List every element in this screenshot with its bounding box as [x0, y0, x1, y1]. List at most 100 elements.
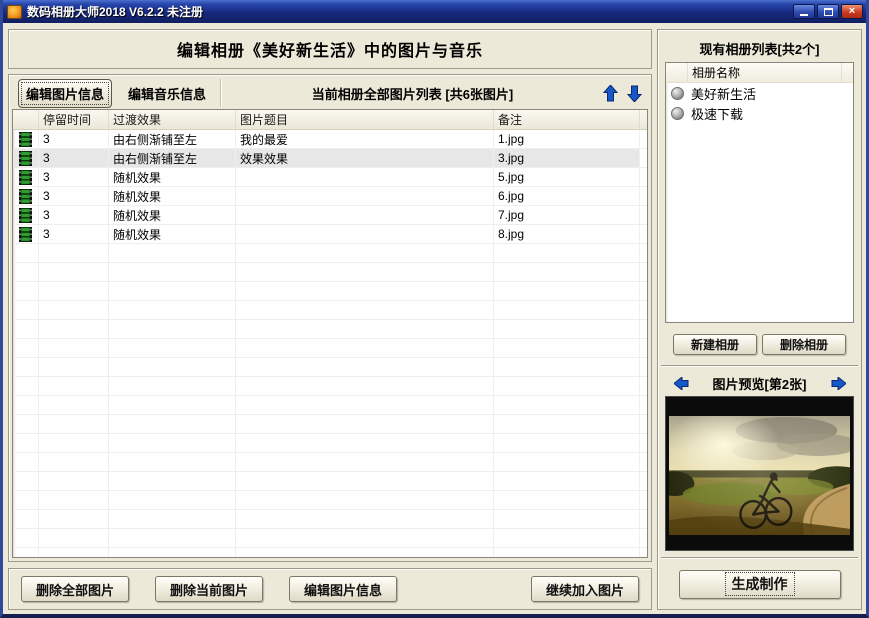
cell-note: 6.jpg: [494, 187, 640, 206]
new-album-button[interactable]: 新建相册: [673, 333, 757, 355]
move-down-button[interactable]: [622, 82, 646, 104]
left-column: 编辑相册《美好新生活》中的图片与音乐 编辑图片信息 编辑音乐信息 当前相册全部图…: [8, 29, 652, 610]
table-row-empty: [13, 358, 647, 377]
app-icon[interactable]: [7, 4, 22, 19]
preview-header: 图片预览[第2张]: [665, 373, 854, 393]
cell-stay-time: 3: [39, 187, 109, 206]
column-header-transition[interactable]: 过渡效果: [109, 110, 236, 129]
down-arrow-icon: [626, 85, 642, 102]
right-divider-top: [661, 365, 858, 367]
cell-transition: 随机效果: [109, 225, 236, 244]
table-row-empty: [13, 301, 647, 320]
up-arrow-icon: [602, 84, 618, 101]
cell-title: 我的最爱: [236, 130, 494, 149]
next-image-button[interactable]: [826, 372, 850, 394]
album-list-header[interactable]: 相册名称: [666, 63, 853, 83]
add-more-images-button[interactable]: 继续加入图片: [531, 576, 639, 602]
delete-all-images-button[interactable]: 删除全部图片: [21, 576, 129, 602]
table-row[interactable]: 3 随机效果 6.jpg: [13, 187, 647, 206]
table-row-empty: [13, 339, 647, 358]
tab-row: 编辑图片信息 编辑音乐信息 当前相册全部图片列表 [共6张图片]: [12, 77, 648, 109]
previous-image-button[interactable]: [669, 372, 693, 394]
cell-note: 5.jpg: [494, 168, 640, 187]
album-buttons-row: 新建相册 删除相册: [665, 329, 854, 359]
table-row-empty: [13, 263, 647, 282]
delete-current-image-button[interactable]: 删除当前图片: [155, 576, 263, 602]
table-row-empty: [13, 396, 647, 415]
image-table-header: 停留时间 过渡效果 图片题目 备注: [13, 110, 647, 130]
tab-edit-music-info[interactable]: 编辑音乐信息: [124, 81, 210, 106]
window-controls: ×: [793, 4, 863, 19]
main-area: 编辑相册《美好新生活》中的图片与音乐 编辑图片信息 编辑音乐信息 当前相册全部图…: [3, 23, 866, 614]
table-row[interactable]: 3 随机效果 7.jpg: [13, 206, 647, 225]
generate-button[interactable]: 生成制作: [678, 569, 841, 599]
film-strip-icon: [19, 207, 32, 223]
page-title: 编辑相册《美好新生活》中的图片与音乐: [8, 29, 652, 69]
film-strip-icon: [19, 131, 32, 147]
window-title: 数码相册大师2018 V6.2.2 未注册: [27, 5, 204, 19]
table-row-empty: [13, 434, 647, 453]
cell-title: [236, 206, 494, 225]
cell-note: 3.jpg: [494, 149, 640, 168]
table-row-empty: [13, 472, 647, 491]
album-sphere-icon: [671, 86, 684, 100]
table-row[interactable]: 3 随机效果 5.jpg: [13, 168, 647, 187]
column-header-stay-time[interactable]: 停留时间: [39, 110, 109, 129]
cell-transition: 由右侧渐铺至左: [109, 130, 236, 149]
image-table: 停留时间 过渡效果 图片题目 备注 3 由右侧渐铺至左 我的最爱 1.jpg 3 由右侧渐…: [12, 109, 648, 558]
bottom-action-bar: 删除全部图片 删除当前图片 编辑图片信息 继续加入图片: [8, 568, 652, 610]
preview-photo-cyclist: [669, 416, 850, 535]
column-header-note[interactable]: 备注: [494, 110, 640, 129]
delete-album-button[interactable]: 删除相册: [762, 333, 846, 355]
title-bar: 数码相册大师2018 V6.2.2 未注册 ×: [3, 0, 866, 23]
move-up-button[interactable]: [598, 82, 622, 104]
cell-stay-time: 3: [39, 225, 109, 244]
album-header-lead: [666, 63, 688, 82]
image-table-body: 3 由右侧渐铺至左 我的最爱 1.jpg 3 由右侧渐铺至左 效果效果 3.jpg 3 随机效果 5…: [13, 130, 647, 557]
film-strip-icon: [19, 226, 32, 242]
cell-stay-time: 3: [39, 149, 109, 168]
album-list: 相册名称 美好新生活极速下载: [665, 62, 854, 323]
table-row-empty: [13, 377, 647, 396]
table-row-empty: [13, 529, 647, 548]
right-arrow-icon: [831, 376, 846, 390]
album-list-item[interactable]: 美好新生活: [666, 83, 853, 103]
close-button[interactable]: ×: [841, 4, 863, 19]
minimize-button[interactable]: [793, 4, 815, 19]
cell-title: [236, 168, 494, 187]
table-row-empty: [13, 510, 647, 529]
preview-title: 图片预览[第2张]: [712, 376, 807, 392]
maximize-icon: [823, 7, 833, 16]
left-arrow-icon: [673, 376, 688, 390]
column-header-extra: [640, 110, 647, 129]
column-header-title[interactable]: 图片题目: [236, 110, 494, 129]
film-strip-icon: [19, 150, 32, 166]
image-list-caption: 当前相册全部图片列表 [共6张图片]: [311, 86, 514, 102]
table-row[interactable]: 3 由右侧渐铺至左 效果效果 3.jpg: [13, 149, 647, 168]
close-icon: ×: [848, 5, 856, 17]
tab-edit-image-info[interactable]: 编辑图片信息: [18, 78, 113, 108]
cell-note: 1.jpg: [494, 130, 640, 149]
edit-image-info-button[interactable]: 编辑图片信息: [289, 576, 397, 602]
cell-stay-time: 3: [39, 206, 109, 225]
cell-note: 8.jpg: [494, 225, 640, 244]
app-window: 数码相册大师2018 V6.2.2 未注册 × 编辑相册《美好新生活》中的图片与…: [0, 0, 869, 618]
cell-title: 效果效果: [236, 149, 494, 168]
table-row-empty: [13, 320, 647, 339]
table-row-empty: [13, 453, 647, 472]
cell-transition: 由右侧渐铺至左: [109, 149, 236, 168]
album-name-column-header: 相册名称: [692, 66, 741, 80]
album-name: 美好新生活: [691, 86, 757, 102]
cell-transition: 随机效果: [109, 187, 236, 206]
column-header-icon: [13, 110, 39, 129]
cell-note: 7.jpg: [494, 206, 640, 225]
table-row[interactable]: 3 由右侧渐铺至左 我的最爱 1.jpg: [13, 130, 647, 149]
album-list-panel: 现有相册列表[共2个] 相册名称 美好新生活 极速下载 新建相册 删除相册: [660, 32, 859, 363]
right-divider-bottom: [661, 557, 858, 559]
album-name: 极速下载: [691, 106, 744, 122]
generate-panel: 生成制作: [660, 561, 859, 607]
table-row-empty: [13, 491, 647, 510]
table-row[interactable]: 3 随机效果 8.jpg: [13, 225, 647, 244]
album-list-item[interactable]: 极速下载: [666, 103, 853, 123]
maximize-button[interactable]: [817, 4, 839, 19]
